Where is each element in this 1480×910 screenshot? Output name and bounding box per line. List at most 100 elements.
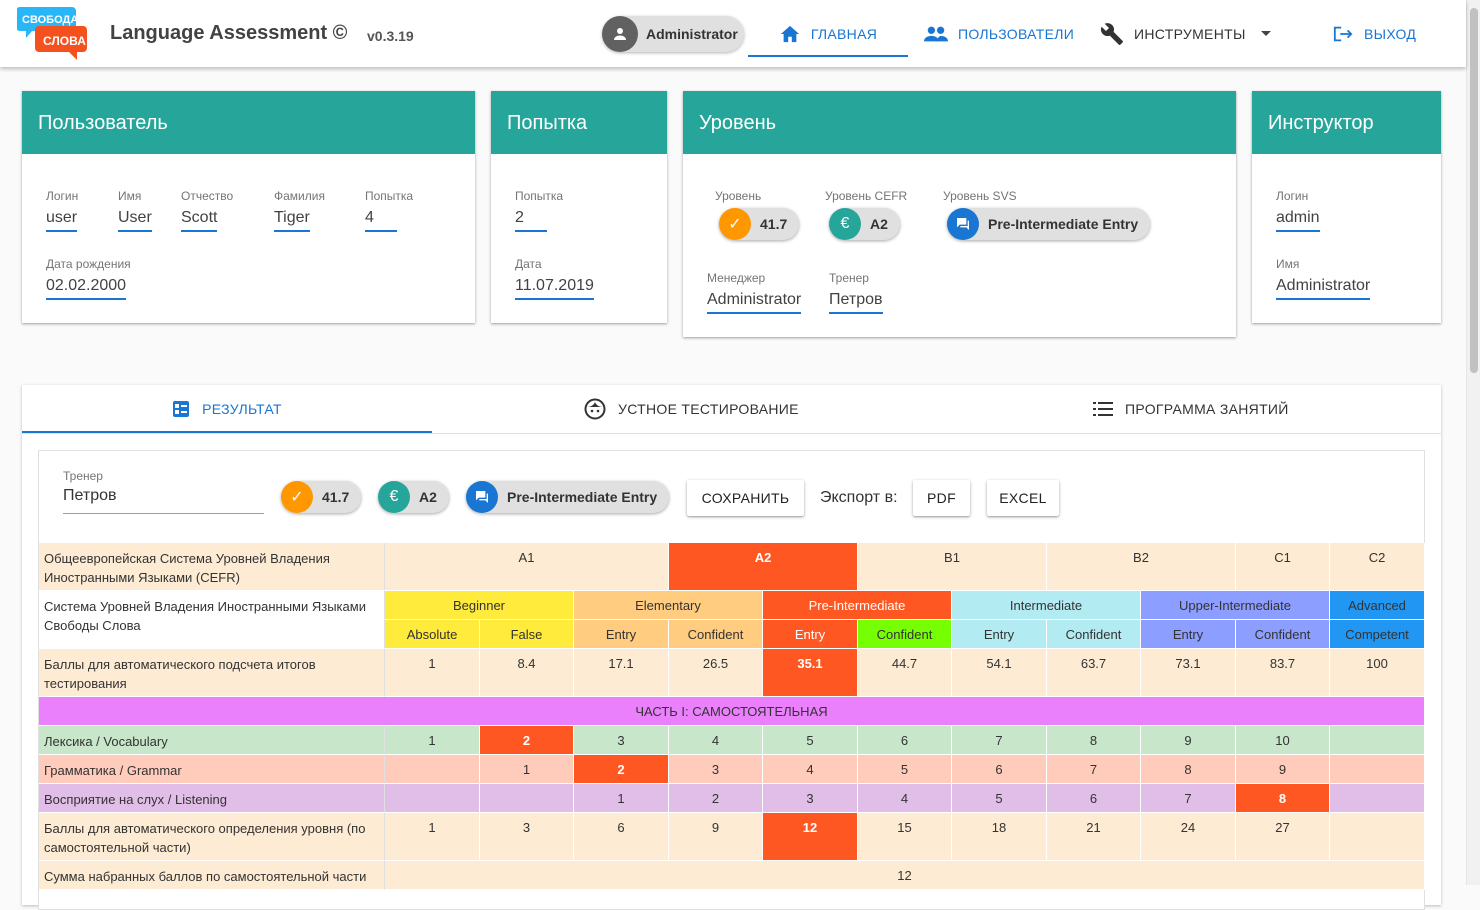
grammar-row-cell: 6 [952,755,1047,784]
people-icon [924,25,948,43]
nav-tools-menu[interactable]: ИНСТРУМЕНТЫ [1100,0,1272,67]
grammar-row-cell [385,755,480,784]
svs-group-cell: Advanced [1330,591,1425,620]
tab-result-label: РЕЗУЛЬТАТ [202,401,282,417]
trainer-input-label: Тренер [63,469,103,483]
auto-cell [1330,813,1425,861]
attempt-card-title: Попытка [491,91,667,154]
auto-cell: 15 [858,813,952,861]
nav-users-label: ПОЛЬЗОВАТЕЛИ [958,25,1075,42]
listening-row-cell: 8 [1236,784,1330,813]
auto-cell: 9 [669,813,763,861]
instructor-login-field: Логин admin [1276,189,1320,232]
vocab-row-cell [1330,726,1425,755]
export-label: Экспорт в: [820,489,898,506]
nav-users[interactable]: ПОЛЬЗОВАТЕЛИ [924,0,1074,67]
save-button[interactable]: СОХРАНИТЬ [687,480,804,516]
export-excel-button[interactable]: EXCEL [987,480,1059,516]
svs-sublevel-cell: Confident [669,620,763,649]
current-user-name: Administrator [646,26,738,42]
account-avatar-icon [602,16,638,52]
app-version: v0.3.19 [367,28,414,44]
result-content: Тренер Петров ✓ 41.7 € A2 Pre-Intermediate… [38,450,1425,910]
auto-cell: 18 [952,813,1047,861]
points-cell: 26.5 [669,649,763,697]
points-cell: 35.1 [763,649,858,697]
svs-group-cell: Elementary [574,591,763,620]
svs-row-label: Система Уровней Владения Иностранными Яз… [39,591,385,649]
tab-oral-testing[interactable]: УСТНОЕ ТЕСТИРОВАНИЕ [584,385,799,433]
check-icon: ✓ [719,208,751,240]
result-svs-chip: Pre-Intermediate Entry [466,481,670,513]
svs-group-cell: Upper-Intermediate [1141,591,1330,620]
svs-sublevel-cell: Confident [1047,620,1141,649]
level-svs-label: Уровень SVS [943,189,1017,203]
trainer-input[interactable]: Тренер Петров [63,469,264,514]
listening-row-cell [385,784,480,813]
auto-cell: 1 [385,813,480,861]
listening-row-cell: 5 [952,784,1047,813]
nav-exit[interactable]: ВЫХОД [1332,0,1416,67]
chat-bubble-icon [466,481,498,513]
points-cell: 54.1 [952,649,1047,697]
instructor-name-field: Имя Administrator [1276,257,1371,300]
top-app-bar: СВОБОДА СЛОВА Language Assessment © v0.3… [0,0,1466,67]
listening-row-cell: 3 [763,784,858,813]
vocab-row-cell: 4 [669,726,763,755]
attempt-date-field: Дата 11.07.2019 [515,257,594,300]
vocab-row-cell: 10 [1236,726,1330,755]
euro-icon: € [829,208,861,240]
listening-row-cell: 6 [1047,784,1141,813]
cefr-level-cell: B2 [1047,543,1236,591]
points-row-label: Баллы для автоматического подсчета итого… [39,649,385,697]
level-score-label: Уровень [715,189,762,203]
vocab-row-cell: 2 [480,726,574,755]
wrench-icon [1100,22,1124,46]
user-patronymic-field: Отчество Scott [181,189,233,232]
auto-cell: 6 [574,813,669,861]
listening-row-cell: 4 [858,784,952,813]
result-score-chip: ✓ 41.7 [281,481,362,513]
svs-sublevel-cell: Competent [1330,620,1425,649]
current-user-chip[interactable]: Administrator [602,16,744,52]
logout-icon [1332,24,1354,44]
check-icon: ✓ [281,481,313,513]
grammar-row-cell: 8 [1141,755,1236,784]
sum-row-value: 12 [385,861,1425,890]
svs-sublevel-cell: Confident [858,620,952,649]
user-surname-field: Фамилия Tiger [274,189,325,232]
svs-sublevel-cell: Absolute [385,620,480,649]
vocab-row-label: Лексика / Vocabulary [39,726,385,755]
listening-row-cell [1330,784,1425,813]
points-cell: 63.7 [1047,649,1141,697]
export-pdf-button[interactable]: PDF [913,480,970,516]
dashboard-list-icon [172,400,190,418]
level-card-title: Уровень [683,91,1236,154]
auto-cell: 24 [1141,813,1236,861]
vocab-row-cell: 5 [763,726,858,755]
tab-divider [22,433,1441,434]
user-birthdate-field: Дата рождения 02.02.2000 [46,257,131,300]
grammar-row-label: Грамматика / Grammar [39,755,385,784]
scrollbar-thumb[interactable] [1470,8,1478,373]
svoboda-slova-logo[interactable]: СВОБОДА СЛОВА [16,4,89,64]
listening-row-cell [480,784,574,813]
tab-result[interactable]: РЕЗУЛЬТАТ [22,385,432,433]
attempt-number-field: Попытка 2 [515,189,563,232]
face-icon [584,398,606,420]
tab-program[interactable]: ПРОГРАММА ЗАНЯТИЙ [1093,385,1289,433]
grammar-row-cell: 2 [574,755,669,784]
svs-sublevel-cell: Entry [1141,620,1236,649]
listening-row-cell: 1 [574,784,669,813]
auto-cell: 3 [480,813,574,861]
nav-exit-label: ВЫХОД [1364,25,1417,42]
grammar-row-cell: 4 [763,755,858,784]
level-score-chip: ✓ 41.7 [719,208,800,240]
cefr-level-cell: A1 [385,543,669,591]
grammar-row-cell [1330,755,1425,784]
user-login-field: Логин user [46,189,78,232]
cefr-row-label: Общеевропейская Система Уровней Владения… [39,543,385,591]
page-scrollbar[interactable] [1466,0,1480,885]
instructor-card: Инструктор Логин admin Имя Administrator [1252,91,1441,323]
logo-line2: СЛОВА [43,34,86,48]
